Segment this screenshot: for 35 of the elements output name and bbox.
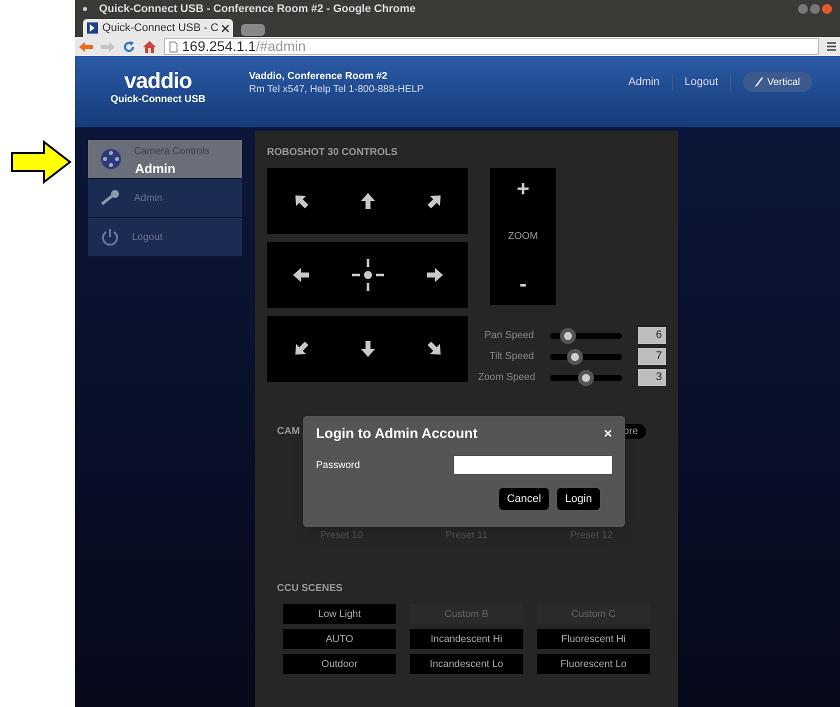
scene-button[interactable]: Low Light <box>283 604 396 624</box>
close-button[interactable]: × <box>604 423 612 444</box>
password-label: Password <box>316 458 360 472</box>
header-link[interactable]: Admin <box>616 74 673 90</box>
scene-button[interactable]: Fluorescent Lo <box>537 654 650 674</box>
window-title: Quick-Connect USB - Conference Room #2 - Google Chrome <box>99 2 416 17</box>
zoom-in-button[interactable]: + <box>516 178 530 200</box>
dialog-button[interactable]: Cancel <box>498 488 550 510</box>
address-bar[interactable]: 169.254.1.1/#admin <box>164 38 819 55</box>
product-name: Quick-Connect USB <box>110 93 206 107</box>
room-name: Vaddio, Conference Room #2 <box>249 70 388 83</box>
section-title: CAM <box>277 425 300 439</box>
section-title: ROBOSHOT 30 CONTROLS <box>267 146 399 160</box>
dialog-button[interactable]: Login <box>557 488 600 510</box>
header-link[interactable]: Logout <box>672 74 732 90</box>
view-button[interactable]: Vertical <box>743 72 812 92</box>
section-title: CCU SCENES <box>277 582 344 596</box>
scene-button[interactable]: Outdoor <box>283 654 396 674</box>
scene-button[interactable]: Fluorescent Hi <box>537 629 650 649</box>
browser-tab[interactable]: Quick-Connect USB - C <box>83 19 233 37</box>
speed-value: 7 <box>638 348 666 365</box>
annotation-label: Admin <box>135 161 176 176</box>
speed-label: Zoom Speed <box>478 371 536 385</box>
speed-label: Tilt Speed <box>488 350 535 364</box>
zoom-out-button[interactable]: - <box>519 273 527 295</box>
speed-label: Pan Speed <box>484 329 535 343</box>
zoom-label: ZOOM <box>508 230 538 244</box>
dialog-title: Login to Admin Account <box>316 424 478 443</box>
room-phone: Rm Tel x547, Help Tel 1-800-888-HELP <box>249 83 424 96</box>
logo: vaddio <box>124 70 192 92</box>
scene-button[interactable]: Incandescent Hi <box>410 629 523 649</box>
speed-value: 6 <box>638 327 666 344</box>
scene-button[interactable]: Incandescent Lo <box>410 654 523 674</box>
speed-value: 3 <box>638 369 666 386</box>
scene-button[interactable]: AUTO <box>283 629 396 649</box>
